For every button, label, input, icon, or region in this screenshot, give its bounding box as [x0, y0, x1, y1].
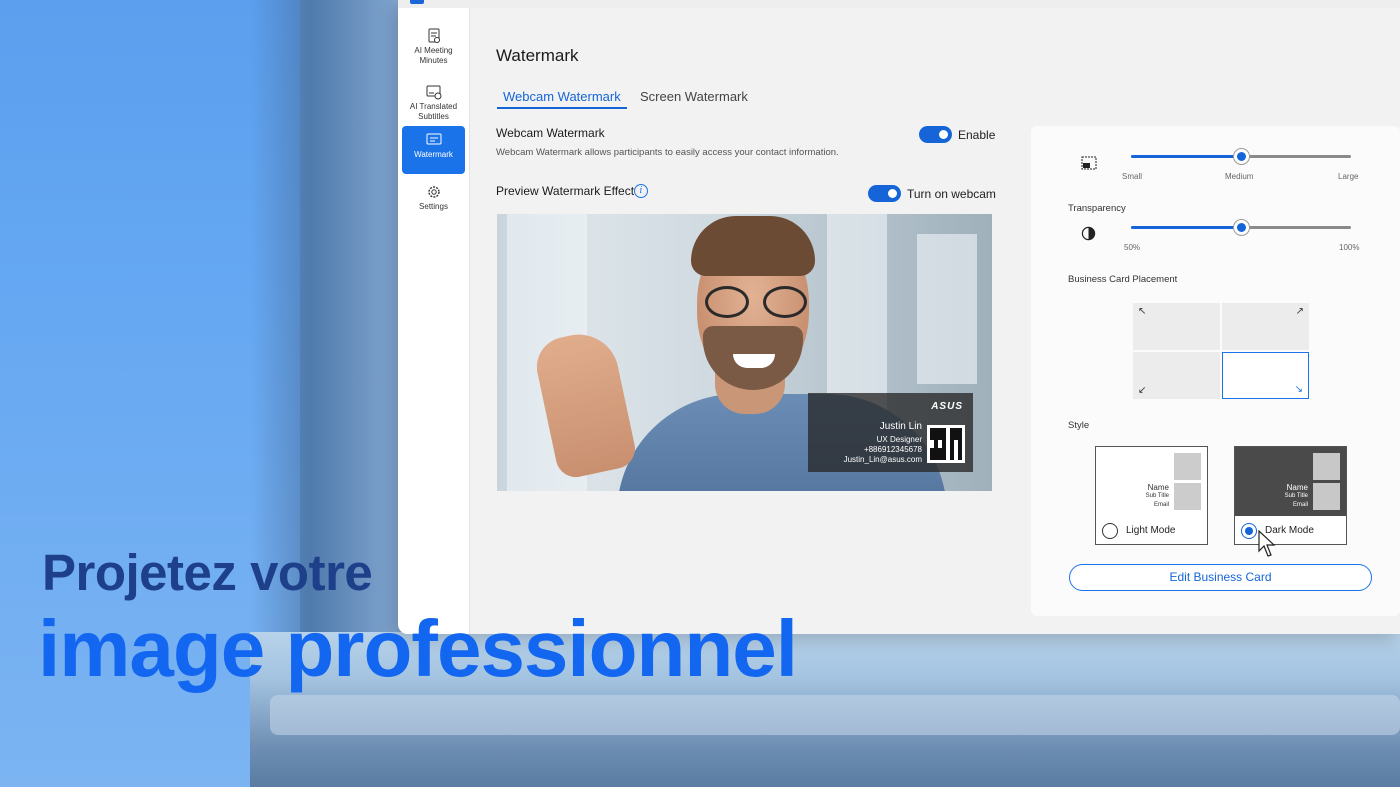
- arrow-down-right-icon: ↘: [1294, 384, 1303, 395]
- sidebar-item-label: Watermark: [414, 150, 453, 159]
- sidebar-item-label: Settings: [419, 202, 448, 211]
- transparency-tick-max: 100%: [1339, 243, 1360, 252]
- enable-toggle[interactable]: [919, 126, 952, 143]
- webcam-toggle-label: Turn on webcam: [907, 187, 996, 201]
- glasses-lens: [763, 286, 807, 318]
- style-option-light[interactable]: Name Sub Title Email Light Mode: [1095, 446, 1208, 545]
- background-window: [917, 234, 977, 384]
- card-title: UX Designer: [876, 435, 922, 444]
- light-mode-label: Light Mode: [1126, 525, 1176, 536]
- preview-subtitle: Sub Title: [1284, 493, 1308, 499]
- person-hair: [691, 216, 815, 276]
- business-card-overlay: ASUS Justin Lin UX Designer +88691234567…: [808, 393, 973, 472]
- title-bar: [398, 0, 1400, 8]
- brand-logo: ASUS: [931, 401, 963, 412]
- placement-bottom-left[interactable]: ↙: [1133, 352, 1220, 399]
- app-logo-icon: [410, 0, 424, 4]
- arrow-up-right-icon: ↗: [1295, 306, 1304, 317]
- size-slider[interactable]: [1131, 148, 1351, 165]
- preview-placeholder: [1174, 483, 1201, 510]
- preview-placeholder: [1313, 453, 1340, 480]
- style-label: Style: [1068, 420, 1090, 431]
- preview-text: Name Sub Title Email: [1146, 483, 1169, 510]
- headline-line-2: image professionnel: [38, 604, 798, 693]
- gear-icon: [427, 186, 440, 198]
- sidebar-item-watermark[interactable]: Watermark: [402, 126, 465, 174]
- card-name: Justin Lin: [879, 421, 922, 432]
- card-email: Justin_Lin@asus.com: [843, 455, 922, 464]
- webcam-watermark-heading: Webcam Watermark: [496, 126, 605, 140]
- document-icon: [428, 28, 440, 43]
- preview-heading: Preview Watermark Effect: [496, 184, 635, 198]
- sidebar-item-label: AI Translated Subtitles: [409, 102, 458, 121]
- background-window: [827, 214, 887, 414]
- sidebar-item-ai-meeting-minutes[interactable]: AI Meeting Minutes: [402, 22, 465, 70]
- size-tick-small: Small: [1122, 172, 1143, 181]
- preview-placeholder: [1174, 453, 1201, 480]
- placement-bottom-right[interactable]: ↘: [1222, 352, 1309, 399]
- settings-panel: Small Medium Large Transparency 50% 100%…: [1031, 126, 1400, 616]
- preview-email: Email: [1292, 502, 1308, 508]
- qr-module: [958, 456, 962, 460]
- transparency-slider[interactable]: [1131, 219, 1351, 236]
- preview-subtitle: Sub Title: [1145, 493, 1169, 499]
- contrast-icon: [1081, 226, 1096, 241]
- light-preview: Name Sub Title Email: [1096, 447, 1207, 516]
- placement-label: Business Card Placement: [1068, 274, 1178, 285]
- dark-preview: Name Sub Title Email: [1235, 447, 1346, 516]
- size-slider-thumb[interactable]: [1233, 148, 1250, 165]
- sidebar-item-ai-translated-subtitles[interactable]: AI Translated Subtitles: [402, 78, 465, 126]
- subtitle-icon: [426, 85, 441, 100]
- size-tick-large: Large: [1338, 172, 1359, 181]
- glasses-lens: [705, 286, 749, 318]
- transparency-slider-thumb[interactable]: [1233, 219, 1250, 236]
- sidebar-item-label: AI Meeting Minutes: [414, 46, 453, 65]
- tab-webcam-watermark[interactable]: Webcam Watermark: [497, 89, 627, 109]
- blurred-taskbar: [270, 695, 1400, 735]
- arrow-up-left-icon: ↖: [1138, 306, 1147, 317]
- placement-top-left[interactable]: ↖: [1133, 303, 1220, 350]
- tab-screen-watermark[interactable]: Screen Watermark: [640, 89, 748, 107]
- size-tick-medium: Medium: [1225, 172, 1254, 181]
- headline-line-1: Projetez votre: [42, 544, 373, 601]
- qr-code-icon: [927, 425, 965, 463]
- transparency-tick-min: 50%: [1124, 243, 1141, 252]
- webcam-watermark-description: Webcam Watermark allows participants to …: [496, 147, 839, 158]
- page-title: Watermark: [496, 46, 579, 65]
- preview-name: Name: [1147, 483, 1169, 492]
- style-option-dark[interactable]: Name Sub Title Email Dark Mode: [1234, 446, 1347, 545]
- info-icon[interactable]: i: [634, 184, 648, 198]
- transparency-label: Transparency: [1068, 203, 1126, 214]
- mouse-cursor-icon: [1258, 530, 1276, 557]
- dark-mode-radio[interactable]: [1241, 523, 1257, 539]
- resize-icon: [1081, 156, 1097, 170]
- webcam-preview: ASUS Justin Lin UX Designer +88691234567…: [497, 214, 992, 491]
- preview-text: Name Sub Title Email: [1285, 483, 1308, 510]
- sidebar-item-settings[interactable]: Settings: [402, 178, 465, 226]
- card-phone: +886912345678: [863, 445, 922, 454]
- watermark-icon: [426, 133, 441, 145]
- preview-name: Name: [1286, 483, 1308, 492]
- light-mode-radio[interactable]: [1102, 523, 1118, 539]
- arrow-down-left-icon: ↙: [1138, 385, 1147, 396]
- transparency-slider-fill: [1131, 226, 1241, 229]
- size-slider-fill: [1131, 155, 1241, 158]
- webcam-toggle[interactable]: [868, 185, 901, 202]
- enable-toggle-label: Enable: [958, 128, 996, 142]
- app-window: AI Meeting Minutes AI Translated Subtitl…: [398, 0, 1400, 634]
- placement-top-right[interactable]: ↗: [1222, 303, 1309, 350]
- preview-placeholder: [1313, 483, 1340, 510]
- preview-email: Email: [1153, 502, 1169, 508]
- edit-business-card-button[interactable]: Edit Business Card: [1069, 564, 1372, 591]
- sidebar: AI Meeting Minutes AI Translated Subtitl…: [398, 8, 470, 634]
